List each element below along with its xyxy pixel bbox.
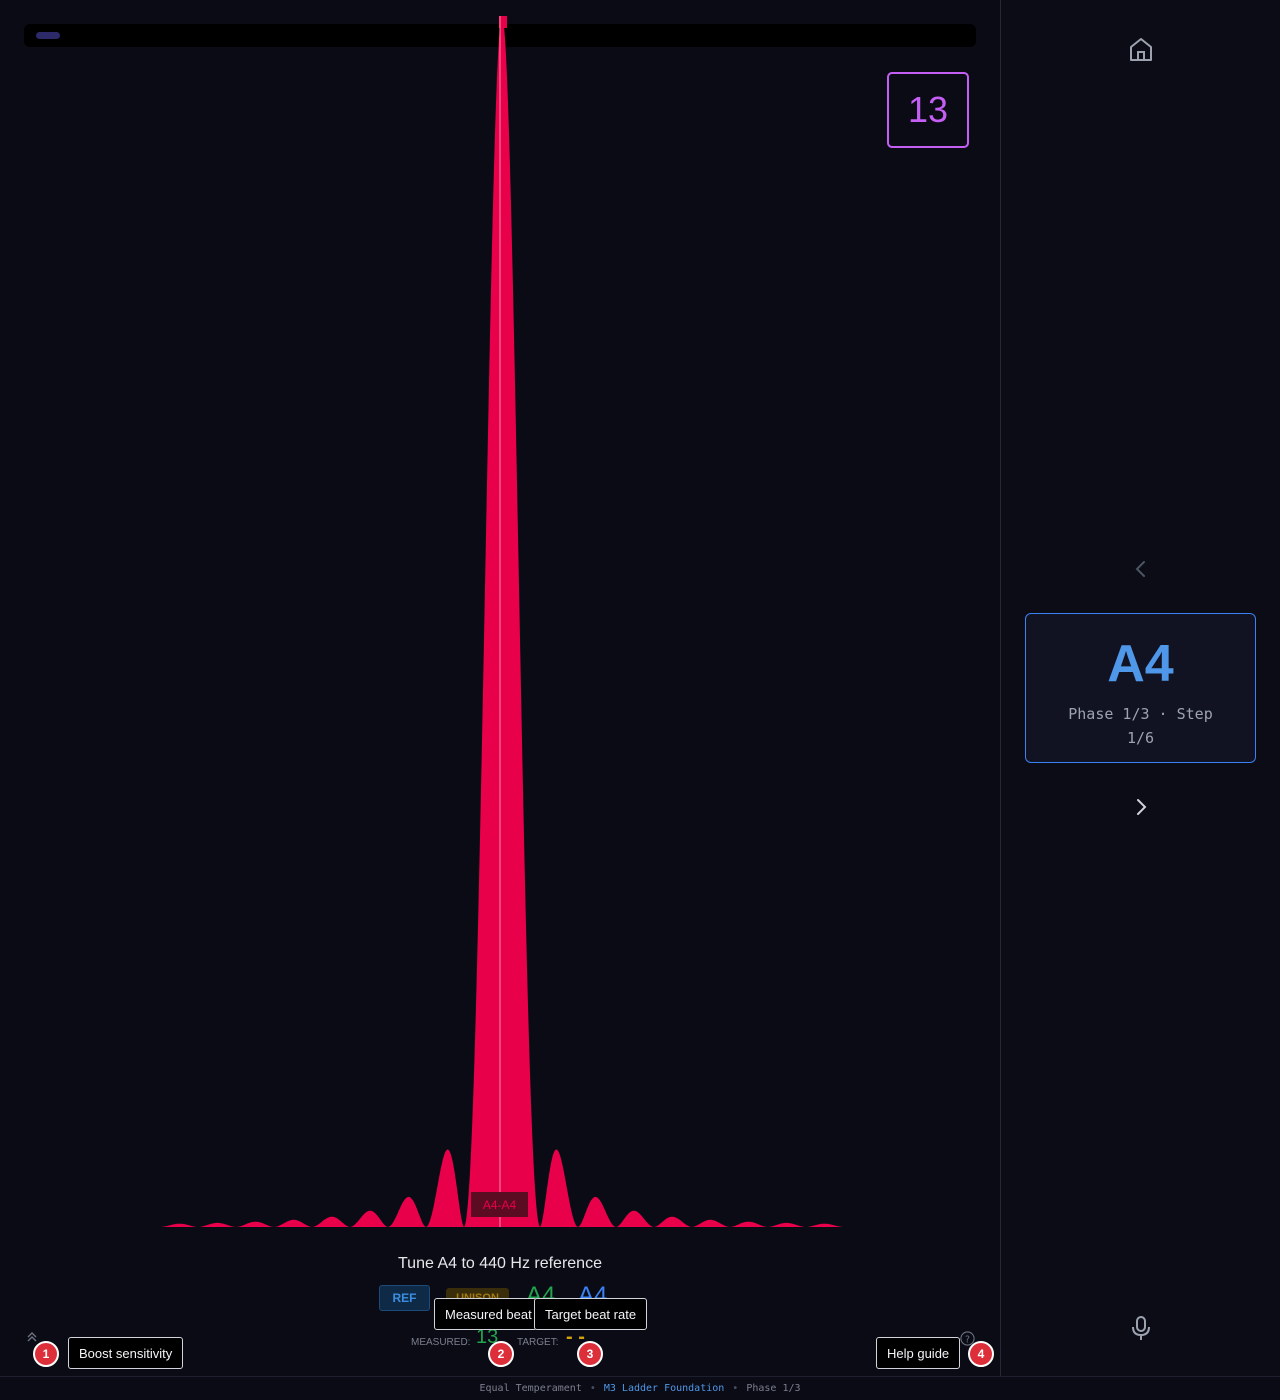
target-beat-tooltip: Target beat rate: [534, 1298, 647, 1330]
tour-marker-3[interactable]: 3: [577, 1341, 603, 1367]
measured-label: MEASURED:: [411, 1337, 471, 1348]
chevrons-up-icon[interactable]: [26, 1331, 38, 1343]
tour-marker-2[interactable]: 2: [488, 1341, 514, 1367]
separator: •: [732, 1383, 739, 1394]
boost-sensitivity-tooltip: Boost sensitivity: [68, 1337, 183, 1369]
current-note: A4: [1107, 635, 1174, 693]
chevron-right-icon[interactable]: [1128, 794, 1154, 820]
help-guide-tooltip: Help guide: [876, 1337, 960, 1369]
ref-badge[interactable]: REF: [379, 1285, 430, 1311]
tour-marker-4[interactable]: 4: [968, 1341, 994, 1367]
interval-label: A4-A4: [471, 1192, 528, 1217]
spectrum-peak: [160, 16, 845, 1227]
tour-marker-1[interactable]: 1: [33, 1341, 59, 1367]
temperament-label: Equal Temperament: [479, 1383, 582, 1394]
spectrum-display: [160, 16, 845, 1227]
beat-count-display: 13: [887, 72, 969, 148]
home-icon[interactable]: [1126, 34, 1156, 64]
separator: •: [589, 1383, 596, 1394]
current-note-card: A4 Phase 1/3 · Step 1/6: [1025, 613, 1256, 763]
phase-label: Phase 1/3: [746, 1383, 801, 1394]
status-footer: Equal Temperament • M3 Ladder Foundation…: [0, 1376, 1280, 1400]
chevron-left-icon[interactable]: [1128, 556, 1154, 582]
microphone-icon[interactable]: [1128, 1314, 1154, 1342]
sequence-label: M3 Ladder Foundation: [603, 1383, 725, 1394]
svg-text:?: ?: [965, 1334, 970, 1345]
target-label: TARGET:: [517, 1337, 559, 1348]
instruction-text: Tune A4 to 440 Hz reference: [398, 1255, 602, 1272]
phase-step-label: Phase 1/3 · Step 1/6: [1068, 705, 1213, 747]
tuner-main-panel: 13 A4-A4 Tune A4 to 440 Hz reference REF…: [0, 0, 1000, 1376]
measured-beat-tooltip: Measured beat rate: [434, 1298, 537, 1330]
